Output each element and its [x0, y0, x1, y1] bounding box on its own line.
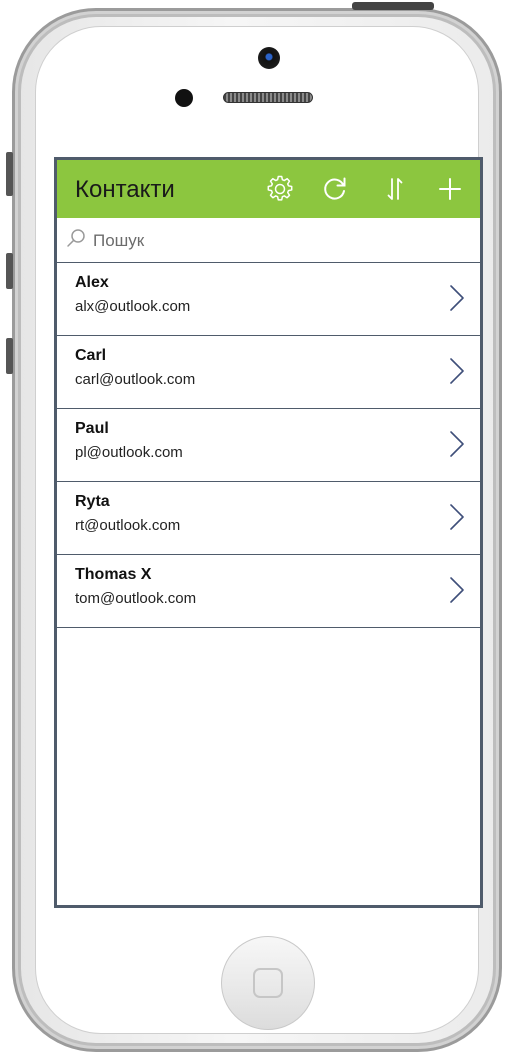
gear-icon[interactable] [264, 173, 296, 205]
camera-icon [258, 47, 280, 69]
mute-switch [6, 152, 13, 196]
contact-row[interactable]: Alex alx@outlook.com [57, 263, 480, 336]
contact-row[interactable]: Ryta rt@outlook.com [57, 482, 480, 555]
search-bar [57, 218, 480, 263]
chevron-right-icon[interactable] [448, 575, 466, 605]
chevron-right-icon[interactable] [448, 502, 466, 532]
contact-name: Paul [75, 420, 109, 437]
speaker-grille [223, 92, 313, 103]
chevron-right-icon[interactable] [448, 429, 466, 459]
proximity-sensor [175, 89, 193, 107]
contact-name: Alex [75, 274, 109, 291]
contact-row[interactable]: Carl carl@outlook.com [57, 336, 480, 409]
page-title: Контакти [75, 176, 175, 203]
app-screen: Контакти Пошук Alex alx@outlook.com Carl… [54, 157, 483, 908]
chevron-right-icon[interactable] [448, 283, 466, 313]
home-button[interactable] [221, 936, 315, 1030]
refresh-icon[interactable] [319, 173, 351, 205]
contact-email: carl@outlook.com [75, 371, 196, 388]
search-input[interactable] [91, 226, 465, 256]
contact-email: tom@outlook.com [75, 590, 197, 607]
contact-list: Alex alx@outlook.com Carl carl@outlook.com P… [57, 263, 480, 628]
contact-row[interactable]: Thomas X tom@outlook.com [57, 555, 480, 628]
sort-icon[interactable] [379, 173, 411, 205]
contact-row[interactable]: Paul pl@outlook.com [57, 409, 480, 482]
contact-name: Carl [75, 347, 107, 364]
contact-email: pl@outlook.com [75, 444, 183, 461]
chevron-right-icon[interactable] [448, 356, 466, 386]
plus-icon[interactable] [434, 173, 466, 205]
home-square-icon [253, 968, 283, 998]
volume-down-button [6, 338, 13, 374]
volume-up-button [6, 253, 13, 289]
power-button [352, 2, 434, 10]
contact-name: Thomas X [75, 566, 152, 583]
contact-name: Ryta [75, 493, 110, 510]
contact-email: rt@outlook.com [75, 517, 181, 534]
app-header: Контакти [57, 160, 480, 218]
search-icon [65, 227, 87, 249]
contact-email: alx@outlook.com [75, 298, 191, 315]
